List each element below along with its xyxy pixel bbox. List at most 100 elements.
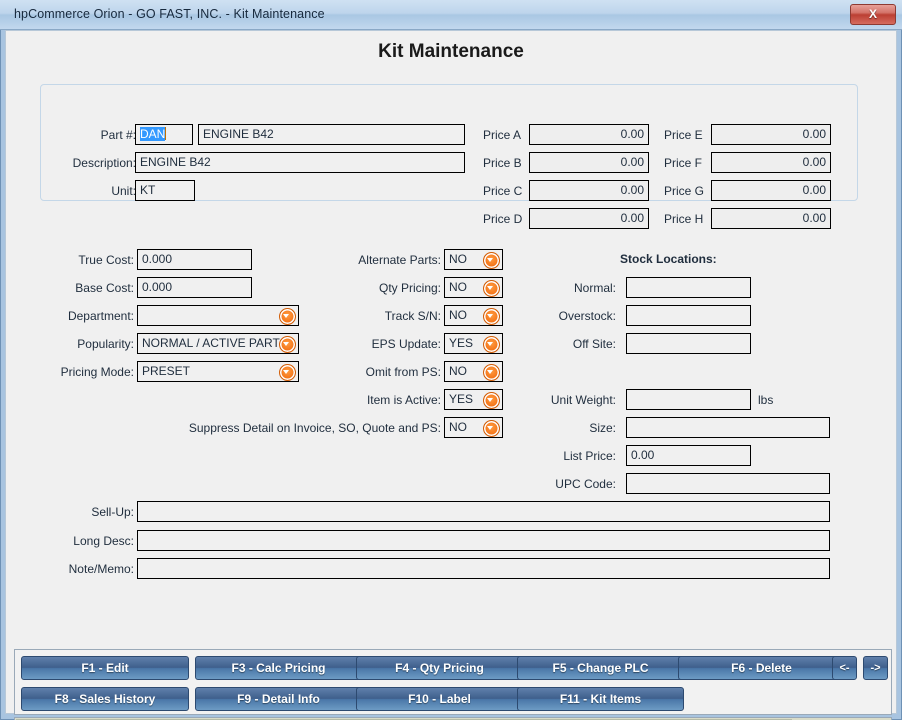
chevron-down-icon[interactable] <box>483 392 500 409</box>
eps-update-value: YES <box>449 336 474 350</box>
size-label: Size: <box>589 421 616 435</box>
part-number-value: DAN <box>140 127 166 141</box>
size-input[interactable] <box>626 417 830 438</box>
note-memo-label: Note/Memo: <box>68 562 134 576</box>
stock-locations-heading: Stock Locations: <box>620 252 717 266</box>
pricing-mode-value: PRESET <box>142 364 191 378</box>
f5-change-plc-button[interactable]: F5 - Change PLC <box>517 656 684 680</box>
pricing-mode-label: Pricing Mode: <box>60 365 134 379</box>
list-price-label: List Price: <box>563 449 616 463</box>
close-button[interactable]: X <box>850 4 896 25</box>
eps-update-dropdown[interactable]: YES <box>444 333 503 354</box>
nav-next-button[interactable]: -> <box>863 656 888 680</box>
upc-code-input[interactable] <box>626 473 830 494</box>
sell-up-input[interactable] <box>137 501 830 522</box>
price-g-input[interactable]: 0.00 <box>711 180 831 201</box>
note-memo-input[interactable] <box>137 558 830 579</box>
part-number-label: Part #: <box>100 128 136 142</box>
true-cost-input[interactable]: 0.000 <box>137 249 252 270</box>
description-input[interactable]: ENGINE B42 <box>135 152 465 173</box>
chevron-down-icon[interactable] <box>483 336 500 353</box>
track-sn-label: Track S/N: <box>384 309 441 323</box>
f9-detail-info-button[interactable]: F9 - Detail Info <box>195 687 362 711</box>
price-d-input[interactable]: 0.00 <box>529 208 649 229</box>
normal-location-input[interactable] <box>626 277 751 298</box>
price-b-input[interactable]: 0.00 <box>529 152 649 173</box>
overstock-location-label: Overstock: <box>558 309 616 323</box>
off-site-location-input[interactable] <box>626 333 751 354</box>
suppress-detail-dropdown[interactable]: NO <box>444 417 503 438</box>
price-e-label: Price E <box>664 128 703 142</box>
f10-label-button[interactable]: F10 - Label <box>356 687 523 711</box>
chevron-down-icon[interactable] <box>483 364 500 381</box>
alternate-parts-value: NO <box>449 252 467 266</box>
f3-calc-pricing-button[interactable]: F3 - Calc Pricing <box>195 656 362 680</box>
item-is-active-value: YES <box>449 392 474 406</box>
window-title: hpCommerce Orion - GO FAST, INC. - Kit M… <box>14 7 325 21</box>
true-cost-label: True Cost: <box>78 253 134 267</box>
f4-qty-pricing-button[interactable]: F4 - Qty Pricing <box>356 656 523 680</box>
chevron-down-icon[interactable] <box>483 308 500 325</box>
alternate-parts-dropdown[interactable]: NO <box>444 249 503 270</box>
price-h-label: Price H <box>664 212 704 226</box>
popularity-value: NORMAL / ACTIVE PART <box>142 336 280 350</box>
base-cost-label: Base Cost: <box>75 281 134 295</box>
popularity-dropdown[interactable]: NORMAL / ACTIVE PART <box>137 333 299 354</box>
long-desc-input[interactable] <box>137 530 830 551</box>
item-is-active-dropdown[interactable]: YES <box>444 389 503 410</box>
nav-previous-button[interactable]: <- <box>832 656 857 680</box>
f11-kit-items-button[interactable]: F11 - Kit Items <box>517 687 684 711</box>
suppress-detail-value: NO <box>449 420 467 434</box>
price-f-input[interactable]: 0.00 <box>711 152 831 173</box>
f1-edit-button[interactable]: F1 - Edit <box>21 656 189 680</box>
list-price-input[interactable]: 0.00 <box>626 445 751 466</box>
f8-sales-history-button[interactable]: F8 - Sales History <box>21 687 189 711</box>
text-caret <box>165 127 167 140</box>
omit-from-ps-value: NO <box>449 364 467 378</box>
chevron-down-icon[interactable] <box>483 420 500 437</box>
chevron-down-icon[interactable] <box>483 280 500 297</box>
popularity-label: Popularity: <box>77 337 134 351</box>
price-a-label: Price A <box>483 128 522 142</box>
omit-from-ps-dropdown[interactable]: NO <box>444 361 503 382</box>
overstock-location-input[interactable] <box>626 305 751 326</box>
omit-from-ps-label: Omit from PS: <box>365 365 441 379</box>
qty-pricing-dropdown[interactable]: NO <box>444 277 503 298</box>
unit-weight-label: Unit Weight: <box>550 393 616 407</box>
application-window: hpCommerce Orion - GO FAST, INC. - Kit M… <box>0 0 902 720</box>
qty-pricing-value: NO <box>449 280 467 294</box>
price-f-label: Price F <box>664 156 703 170</box>
base-cost-input[interactable]: 0.000 <box>137 277 252 298</box>
department-label: Department: <box>67 309 134 323</box>
unit-weight-input[interactable] <box>626 389 751 410</box>
unit-input[interactable]: KT <box>135 180 195 201</box>
pricing-mode-dropdown[interactable]: PRESET <box>137 361 299 382</box>
f6-delete-button[interactable]: F6 - Delete <box>678 656 845 680</box>
department-dropdown[interactable] <box>137 305 299 326</box>
client-area: Kit Maintenance Part #: DAN ENGINE B42 D… <box>5 30 897 720</box>
normal-location-label: Normal: <box>573 281 616 295</box>
part-description-display[interactable]: ENGINE B42 <box>198 124 465 145</box>
track-sn-dropdown[interactable]: NO <box>444 305 503 326</box>
chevron-down-icon[interactable] <box>483 252 500 269</box>
unit-weight-units-label: lbs <box>758 393 774 407</box>
eps-update-label: EPS Update: <box>371 337 441 351</box>
price-g-label: Price G <box>664 184 705 198</box>
part-number-input[interactable]: DAN <box>135 124 193 145</box>
upc-code-label: UPC Code: <box>555 477 616 491</box>
price-a-input[interactable]: 0.00 <box>529 124 649 145</box>
page-title: Kit Maintenance <box>378 41 524 62</box>
alternate-parts-label: Alternate Parts: <box>358 253 441 267</box>
unit-label: Unit: <box>111 184 136 198</box>
off-site-location-label: Off Site: <box>572 337 616 351</box>
suppress-detail-label: Suppress Detail on Invoice, SO, Quote an… <box>188 421 441 435</box>
price-h-input[interactable]: 0.00 <box>711 208 831 229</box>
price-e-input[interactable]: 0.00 <box>711 124 831 145</box>
track-sn-value: NO <box>449 308 467 322</box>
qty-pricing-label: Qty Pricing: <box>378 281 441 295</box>
long-desc-label: Long Desc: <box>73 534 134 548</box>
description-label: Description: <box>72 156 136 170</box>
price-c-input[interactable]: 0.00 <box>529 180 649 201</box>
function-button-bar: F1 - Edit F3 - Calc Pricing F4 - Qty Pri… <box>14 649 892 715</box>
item-is-active-label: Item is Active: <box>366 393 441 407</box>
